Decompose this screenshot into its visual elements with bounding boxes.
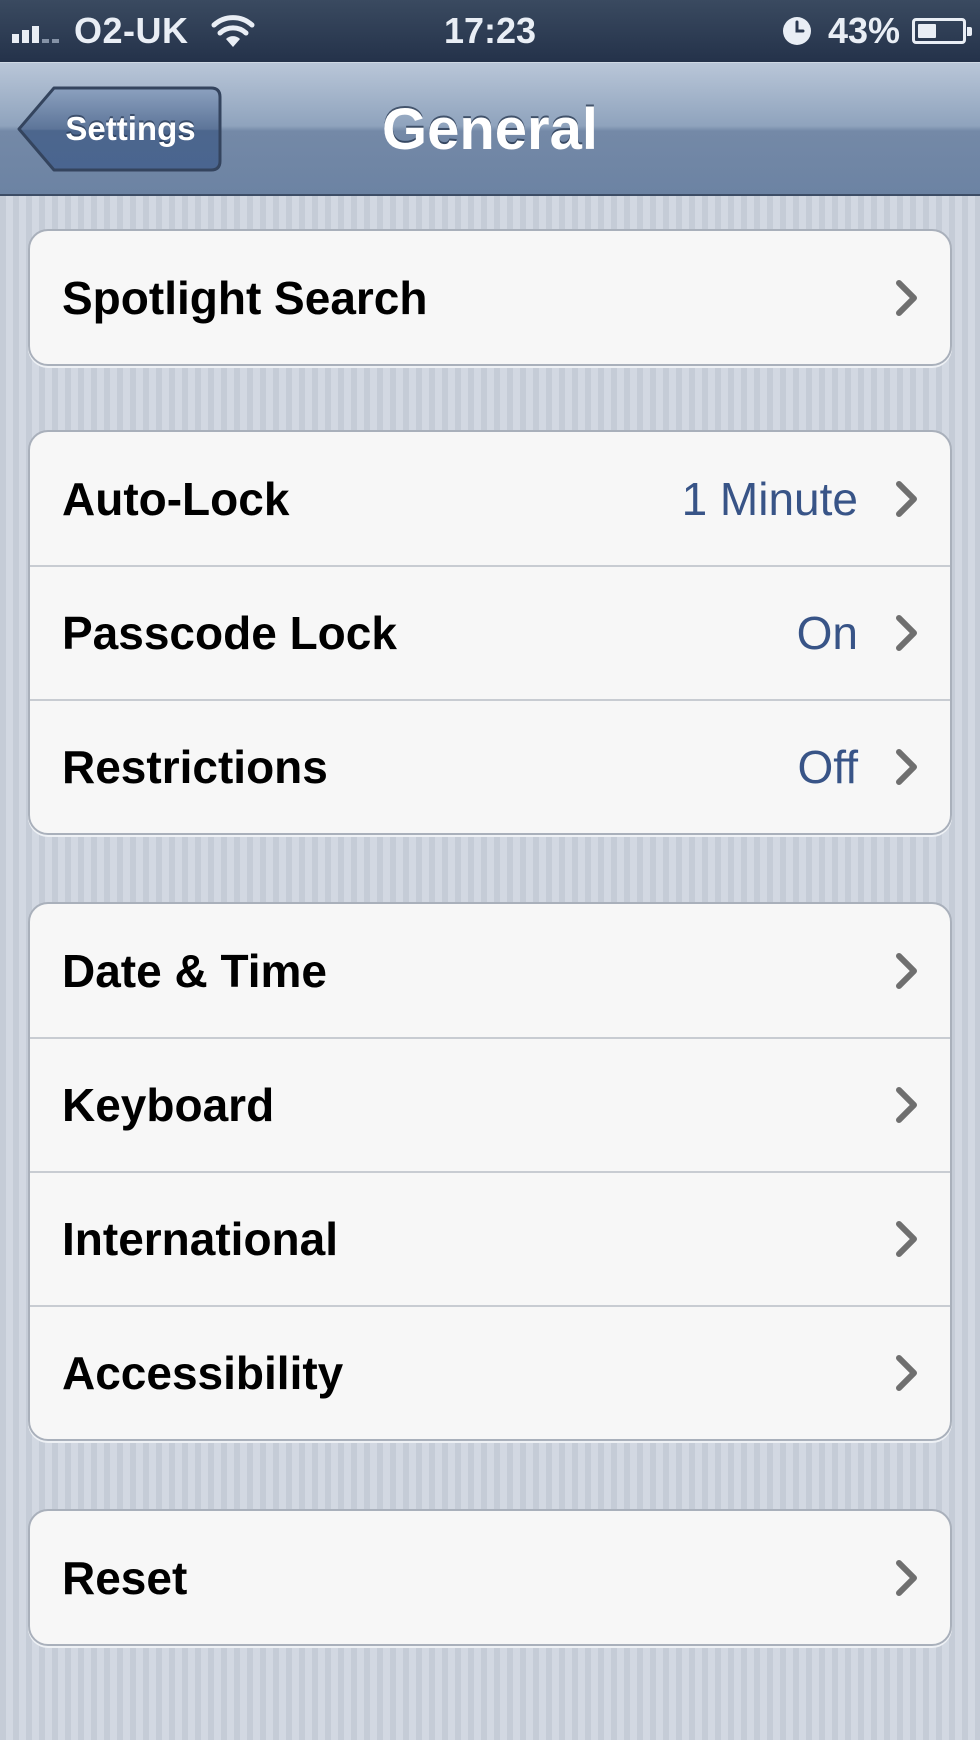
row-label: Spotlight Search bbox=[62, 271, 428, 324]
row-value: Off bbox=[797, 741, 858, 793]
chevron-right-icon bbox=[896, 279, 917, 316]
row-label: Accessibility bbox=[62, 1347, 344, 1399]
battery-icon bbox=[912, 18, 972, 44]
chevron-right-icon bbox=[896, 1355, 917, 1391]
row-auto-lock[interactable]: Auto-Lock 1 Minute bbox=[30, 432, 950, 565]
chevron-right-icon bbox=[896, 1221, 917, 1257]
chevron-right-icon bbox=[896, 749, 917, 785]
row-label: Date & Time bbox=[62, 944, 328, 997]
group-reset: Reset bbox=[28, 1509, 952, 1646]
row-passcode-lock[interactable]: Passcode Lock On bbox=[30, 565, 950, 699]
row-label: Restrictions bbox=[62, 741, 328, 793]
chevron-right-icon bbox=[896, 1087, 917, 1123]
group-system: Date & Time Keyboard International Acces… bbox=[28, 902, 952, 1441]
row-value: On bbox=[796, 607, 858, 659]
status-right: 43% bbox=[782, 0, 972, 62]
row-international[interactable]: International bbox=[30, 1171, 950, 1305]
chevron-right-icon bbox=[896, 615, 917, 651]
back-button[interactable]: Settings bbox=[16, 85, 223, 173]
chevron-right-icon bbox=[896, 480, 917, 517]
group-security: Auto-Lock 1 Minute Passcode Lock On Rest… bbox=[28, 430, 952, 835]
row-label: Auto-Lock bbox=[62, 472, 290, 525]
chevron-right-icon bbox=[896, 1559, 917, 1596]
row-date-time[interactable]: Date & Time bbox=[30, 904, 950, 1037]
status-bar: O2-UK 17:23 43% bbox=[0, 0, 980, 62]
row-accessibility[interactable]: Accessibility bbox=[30, 1305, 950, 1439]
row-label: Passcode Lock bbox=[62, 607, 397, 659]
row-label: Reset bbox=[62, 1551, 188, 1604]
row-value: 1 Minute bbox=[681, 472, 858, 525]
row-label: Keyboard bbox=[62, 1079, 275, 1131]
row-restrictions[interactable]: Restrictions Off bbox=[30, 699, 950, 833]
row-keyboard[interactable]: Keyboard bbox=[30, 1037, 950, 1171]
back-button-label: Settings bbox=[65, 110, 196, 147]
battery-tip bbox=[967, 27, 972, 36]
battery-fill bbox=[918, 24, 937, 38]
row-spotlight-search[interactable]: Spotlight Search bbox=[30, 231, 950, 364]
row-label: International bbox=[62, 1213, 339, 1265]
battery-percent: 43% bbox=[827, 10, 900, 51]
clock-icon bbox=[782, 17, 811, 45]
chevron-right-icon bbox=[896, 952, 917, 989]
group-spotlight: Spotlight Search bbox=[28, 229, 952, 366]
row-reset[interactable]: Reset bbox=[30, 1511, 950, 1644]
navigation-bar: General Settings bbox=[0, 62, 980, 196]
